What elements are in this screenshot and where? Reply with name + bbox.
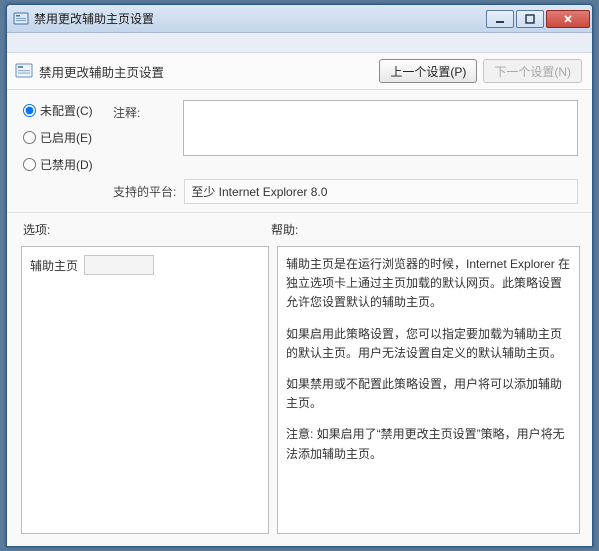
platform-label: 支持的平台: [113, 183, 176, 200]
window-title: 禁用更改辅助主页设置 [34, 10, 484, 27]
policy-title: 禁用更改辅助主页设置 [39, 62, 373, 81]
state-radios: 未配置(C) 已启用(E) 已禁用(D) [23, 100, 113, 173]
radio-not-configured[interactable]: 未配置(C) [23, 102, 113, 119]
radio-disabled-label: 已禁用(D) [40, 156, 93, 173]
radio-disabled[interactable]: 已禁用(D) [23, 156, 113, 173]
help-paragraph-1: 辅助主页是在运行浏览器的时候，Internet Explorer 在独立选项卡上… [286, 255, 571, 313]
help-paragraph-3: 如果禁用或不配置此策略设置，用户将可以添加辅助主页。 [286, 375, 571, 413]
policy-app-icon [13, 11, 29, 27]
options-pane: 辅助主页 [21, 246, 269, 534]
maximize-button[interactable] [516, 10, 544, 28]
window-controls [484, 10, 590, 28]
config-block: 未配置(C) 已启用(E) 已禁用(D) 注释: 支持的平台: 至少 Inte [7, 90, 592, 213]
option-secondary-home: 辅助主页 [30, 255, 260, 275]
dialog-window: 禁用更改辅助主页设置 禁用更改辅助主页设置 上一个设置(P) 下一个设置(N) [6, 4, 593, 547]
close-button[interactable] [546, 10, 590, 28]
radio-enabled-label: 已启用(E) [40, 129, 92, 146]
options-label: 选项: [23, 221, 271, 238]
option-secondary-home-label: 辅助主页 [30, 257, 78, 274]
policy-header: 禁用更改辅助主页设置 上一个设置(P) 下一个设置(N) [7, 53, 592, 90]
help-label: 帮助: [271, 221, 578, 238]
help-paragraph-2: 如果启用此策略设置，您可以指定要加载为辅助主页的默认主页。用户无法设置自定义的默… [286, 325, 571, 363]
policy-icon [15, 62, 33, 80]
comment-textarea[interactable] [183, 100, 578, 156]
help-paragraph-4: 注意: 如果启用了“禁用更改主页设置”策略，用户将无法添加辅助主页。 [286, 425, 571, 463]
radio-enabled[interactable]: 已启用(E) [23, 129, 113, 146]
titlebar[interactable]: 禁用更改辅助主页设置 [7, 5, 592, 33]
client-area: 禁用更改辅助主页设置 上一个设置(P) 下一个设置(N) 未配置(C) 已启用(… [7, 33, 592, 546]
platform-value: 至少 Internet Explorer 8.0 [184, 179, 578, 204]
panes: 辅助主页 辅助主页是在运行浏览器的时候，Internet Explorer 在独… [7, 242, 592, 546]
option-secondary-home-input [84, 255, 154, 275]
next-setting-button: 下一个设置(N) [483, 59, 582, 83]
menubar [7, 33, 592, 53]
section-labels: 选项: 帮助: [7, 213, 592, 242]
help-pane: 辅助主页是在运行浏览器的时候，Internet Explorer 在独立选项卡上… [277, 246, 580, 534]
comment-label: 注释: [113, 100, 183, 121]
radio-not-configured-input[interactable] [23, 104, 36, 117]
radio-disabled-input[interactable] [23, 158, 36, 171]
minimize-button[interactable] [486, 10, 514, 28]
previous-setting-button[interactable]: 上一个设置(P) [379, 59, 477, 83]
radio-enabled-input[interactable] [23, 131, 36, 144]
radio-not-configured-label: 未配置(C) [40, 102, 93, 119]
